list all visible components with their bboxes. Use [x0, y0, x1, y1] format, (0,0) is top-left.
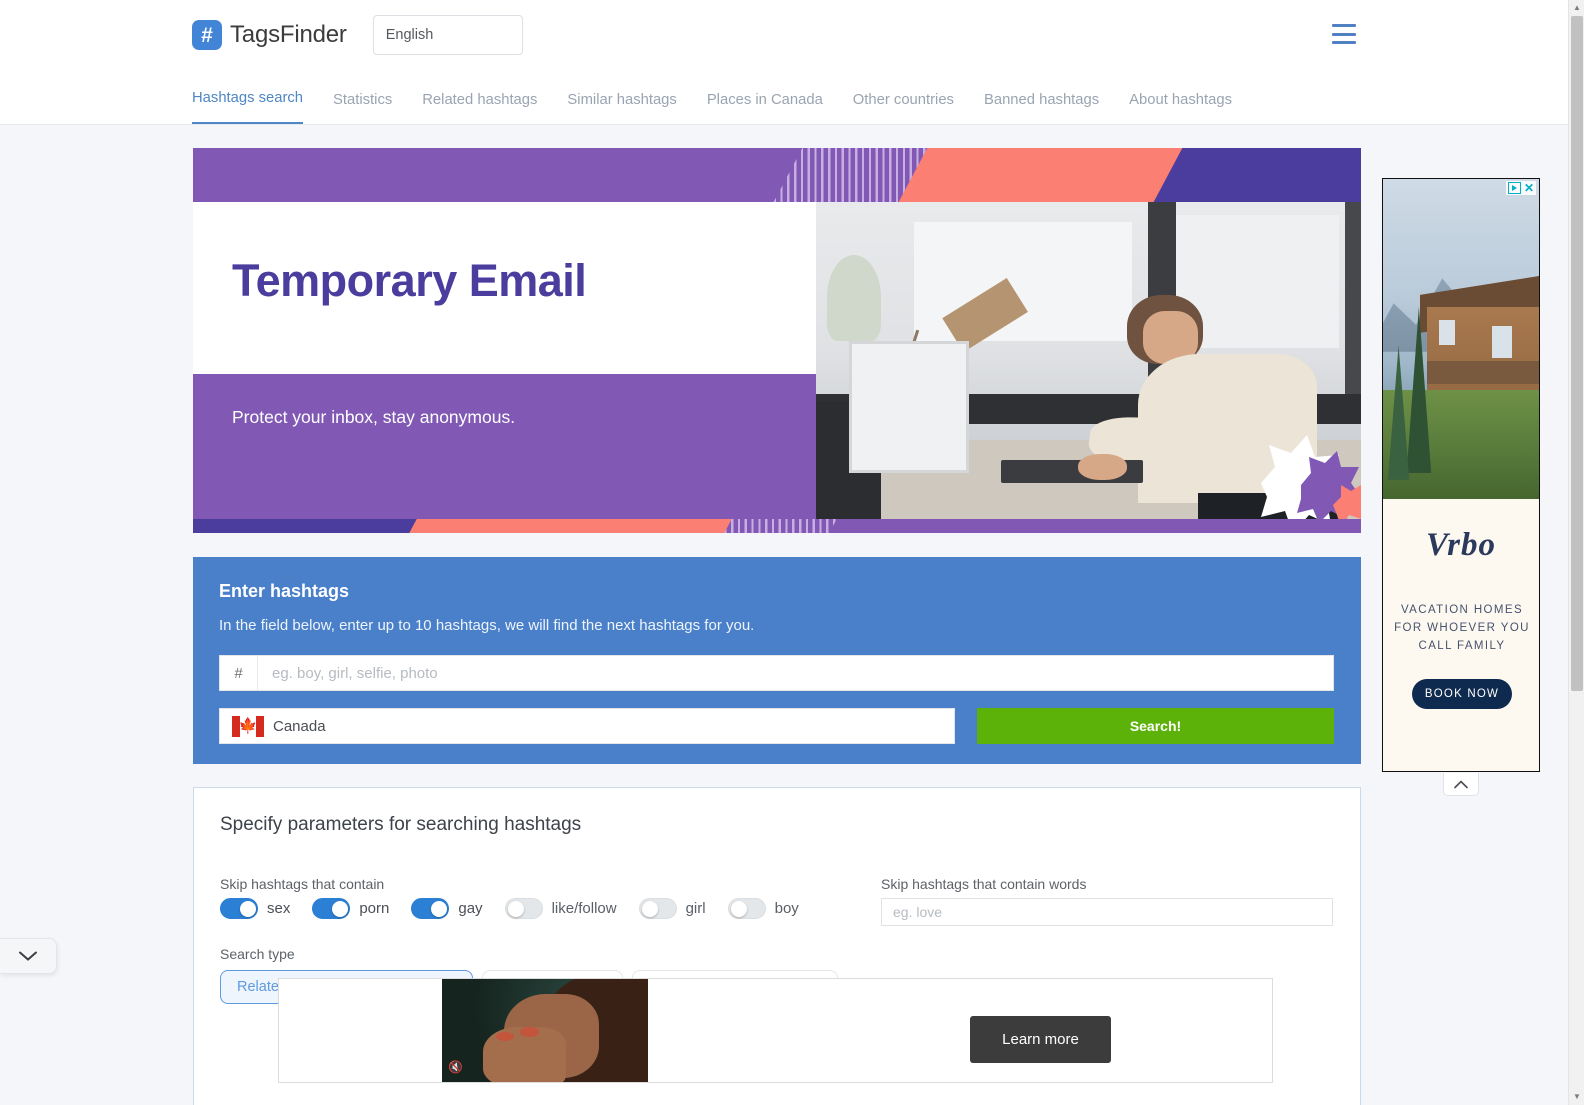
toggle-girl[interactable]: girl — [638, 898, 706, 919]
nav-item-other-countries[interactable]: Other countries — [853, 92, 954, 124]
nav-item-statistics[interactable]: Statistics — [333, 92, 392, 124]
nav-item-similar-hashtags[interactable]: Similar hashtags — [567, 92, 676, 124]
promo-subtitle: Protect your inbox, stay anonymous. — [232, 407, 516, 427]
bottom-advertisement[interactable]: 🔇 Learn more — [278, 978, 1273, 1083]
promo-title: Temporary Email — [232, 255, 587, 306]
country-select-value: Canada — [273, 717, 326, 735]
scroll-down-button[interactable]: ▼ — [1569, 1089, 1584, 1105]
parameters-title: Specify parameters for searching hashtag… — [220, 814, 582, 835]
toggle-like-follow[interactable]: like/follow — [504, 898, 617, 919]
toggle-label: sex — [267, 900, 291, 917]
promo-bottom-stripe — [193, 519, 1361, 533]
search-card-title: Enter hashtags — [219, 581, 350, 601]
toggle-gay[interactable]: gay — [411, 898, 483, 919]
toggle-switch[interactable] — [504, 898, 543, 919]
toggle-label: like/follow — [551, 900, 617, 917]
toggle-switch[interactable] — [312, 898, 351, 919]
bottom-ad-photo: 🔇 — [442, 979, 648, 1082]
mute-icon[interactable]: 🔇 — [448, 1060, 463, 1074]
toggle-label: porn — [359, 900, 390, 917]
promo-banner[interactable]: Temporary Email Protect your inbox, stay… — [193, 148, 1361, 533]
toggle-porn[interactable]: porn — [312, 898, 389, 919]
star-burst-decoration — [1261, 435, 1361, 533]
vertical-scrollbar[interactable]: ▲ ▼ — [1568, 0, 1584, 1105]
scroll-up-button[interactable]: ▲ — [1569, 0, 1584, 16]
skip-words-label: Skip hashtags that contain words — [881, 876, 1087, 892]
triangle-down-icon: ▼ — [1573, 1092, 1581, 1101]
country-select[interactable]: 🍁 Canada — [219, 708, 955, 744]
skip-words-input[interactable] — [881, 898, 1333, 926]
toggle-switch[interactable] — [220, 898, 258, 919]
promo-top-stripe — [193, 148, 1361, 202]
scrollbar-thumb[interactable] — [1571, 16, 1583, 691]
promo-photo — [816, 202, 1361, 533]
canada-flag-icon: 🍁 — [232, 715, 264, 737]
toggle-label: girl — [685, 900, 706, 917]
hash-logo-icon: # — [192, 20, 222, 50]
language-select[interactable]: English — [372, 15, 523, 55]
toggle-label: boy — [774, 900, 799, 917]
toggle-switch[interactable] — [638, 898, 677, 919]
brand-name: TagsFinder — [230, 21, 347, 48]
toggle-switch[interactable] — [727, 898, 766, 919]
chevron-down-icon — [19, 951, 37, 961]
language-select-value: English — [385, 27, 434, 43]
brand[interactable]: # TagsFinder — [192, 20, 347, 50]
main-navigation: Hashtags search Statistics Related hasht… — [0, 70, 1568, 125]
search-button[interactable]: Search! — [977, 708, 1334, 744]
search-type-label: Search type — [220, 946, 295, 962]
hamburger-icon[interactable] — [1332, 24, 1356, 44]
ad-cta-button[interactable]: BOOK NOW — [1412, 679, 1512, 709]
nav-item-about-hashtags[interactable]: About hashtags — [1129, 92, 1232, 124]
ad-tagline: VACATION HOMES FOR WHOEVER YOU CALL FAMI… — [1394, 604, 1530, 652]
bottom-ad-cta-button[interactable]: Learn more — [970, 1016, 1111, 1063]
sidebar-advertisement[interactable]: ✕ Vrbo VACATION HOMES FOR WHOEVER YOU CA… — [1382, 178, 1540, 772]
nav-item-related-hashtags[interactable]: Related hashtags — [422, 92, 537, 124]
hashtag-search-input[interactable] — [258, 656, 1333, 690]
search-card-description: In the field below, enter up to 10 hasht… — [219, 617, 755, 634]
ad-collapse-button[interactable] — [1443, 773, 1479, 796]
toggle-switch[interactable] — [411, 898, 450, 919]
ad-controls: ✕ — [1505, 181, 1536, 195]
page-collapse-tab[interactable] — [0, 938, 57, 974]
ad-photo — [1383, 179, 1539, 499]
nav-item-hashtags-search[interactable]: Hashtags search — [192, 90, 304, 124]
skip-contain-label: Skip hashtags that contain — [220, 876, 385, 892]
hashtag-search-card: Enter hashtags In the field below, enter… — [193, 557, 1361, 764]
nav-item-banned-hashtags[interactable]: Banned hashtags — [984, 92, 1099, 124]
triangle-up-icon: ▲ — [1573, 3, 1581, 12]
nav-item-places-in-canada[interactable]: Places in Canada — [707, 92, 823, 124]
hash-prefix-icon: # — [220, 656, 258, 690]
adchoices-icon[interactable] — [1507, 182, 1521, 194]
close-icon[interactable]: ✕ — [1524, 182, 1534, 194]
toggle-label: gay — [458, 900, 483, 917]
site-header: # TagsFinder English — [0, 0, 1568, 70]
hashtag-input-wrapper: # — [219, 655, 1334, 691]
chevron-up-icon — [1454, 779, 1468, 788]
ad-brand-logo: Vrbo — [1425, 527, 1497, 563]
toggle-boy[interactable]: boy — [727, 898, 799, 919]
skip-toggles: sex porn gay like/follow girl boy — [220, 898, 821, 919]
toggle-sex[interactable]: sex — [220, 898, 290, 919]
